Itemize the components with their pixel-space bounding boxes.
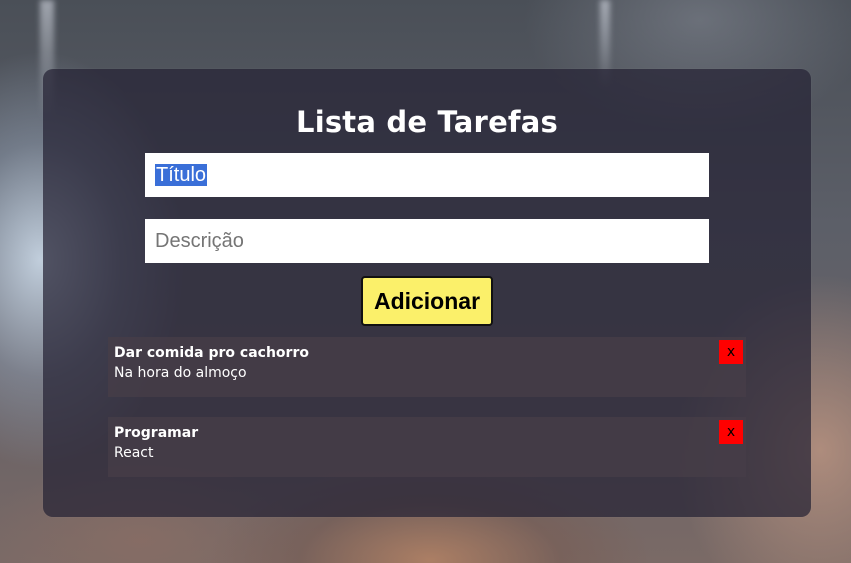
close-icon: x xyxy=(726,344,736,360)
title-input[interactable]: Título xyxy=(145,153,709,197)
task-description: Na hora do almoço xyxy=(114,365,247,381)
close-icon: x xyxy=(726,424,736,440)
delete-task-button[interactable]: x xyxy=(719,340,743,364)
task-item: Programar React x xyxy=(108,417,746,477)
add-task-button[interactable]: Adicionar xyxy=(361,276,493,326)
task-list-card: Lista de Tarefas Título Descrição Adicio… xyxy=(43,69,811,517)
title-input-value: Título xyxy=(155,164,208,186)
page-title: Lista de Tarefas xyxy=(296,105,558,139)
task-description: React xyxy=(114,445,154,461)
description-input-placeholder: Descrição xyxy=(155,230,244,252)
delete-task-button[interactable]: x xyxy=(719,420,743,444)
task-item: Dar comida pro cachorro Na hora do almoç… xyxy=(108,337,746,397)
task-title: Dar comida pro cachorro xyxy=(114,345,309,361)
task-title: Programar xyxy=(114,425,199,441)
description-input[interactable]: Descrição xyxy=(145,219,709,263)
